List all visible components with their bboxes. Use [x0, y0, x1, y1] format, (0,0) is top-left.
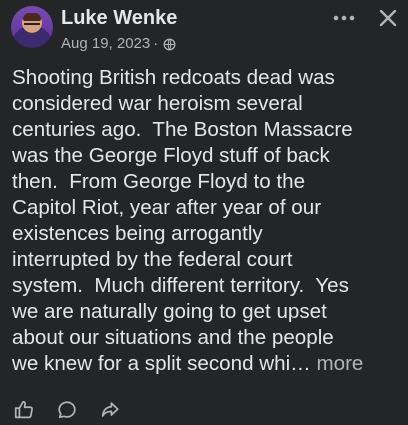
- post-text-line: we are naturally going to get upset: [12, 300, 327, 323]
- post-meta: Aug 19, 2023 ·: [61, 35, 176, 53]
- post-text-line: then. From George Floyd to the: [12, 170, 306, 193]
- comment-icon[interactable]: [55, 398, 79, 422]
- post-text-line: centuries ago. The Boston Massacre: [12, 118, 353, 141]
- post-date[interactable]: Aug 19, 2023: [61, 35, 150, 53]
- post-text-line: Shooting British redcoats dead was: [12, 66, 335, 89]
- post-text-line: was the George Floyd stuff of back: [12, 144, 330, 167]
- post-text-line: interrupted by the federal court: [12, 248, 293, 271]
- like-icon[interactable]: [12, 398, 36, 422]
- avatar-glasses: [24, 23, 40, 29]
- post-card: Luke Wenke Aug 19, 2023 · Shooting Briti…: [0, 0, 408, 425]
- close-icon[interactable]: [375, 5, 401, 31]
- post-text-line: system. Much different territory. Yes: [12, 274, 349, 297]
- meta-separator: ·: [153, 35, 159, 52]
- post-actions: [0, 393, 408, 425]
- post-text-line: considered war heroism several: [12, 92, 303, 115]
- avatar-hair: [23, 13, 41, 21]
- avatar[interactable]: [11, 6, 53, 48]
- globe-icon[interactable]: [163, 38, 176, 51]
- author-name[interactable]: Luke Wenke: [61, 6, 177, 30]
- share-icon[interactable]: [98, 398, 122, 422]
- post-text: Shooting British redcoats dead was consi…: [12, 65, 402, 377]
- post-text-line: about our situations and the people: [12, 326, 334, 349]
- see-more-link[interactable]: more: [316, 352, 363, 375]
- more-horizontal-icon[interactable]: [331, 5, 357, 31]
- post-text-line: Capitol Riot, year after year of our: [12, 196, 322, 219]
- post-text-line: existences being arrogantly: [12, 222, 263, 245]
- post-text-line: we knew for a split second whi…: [12, 352, 317, 375]
